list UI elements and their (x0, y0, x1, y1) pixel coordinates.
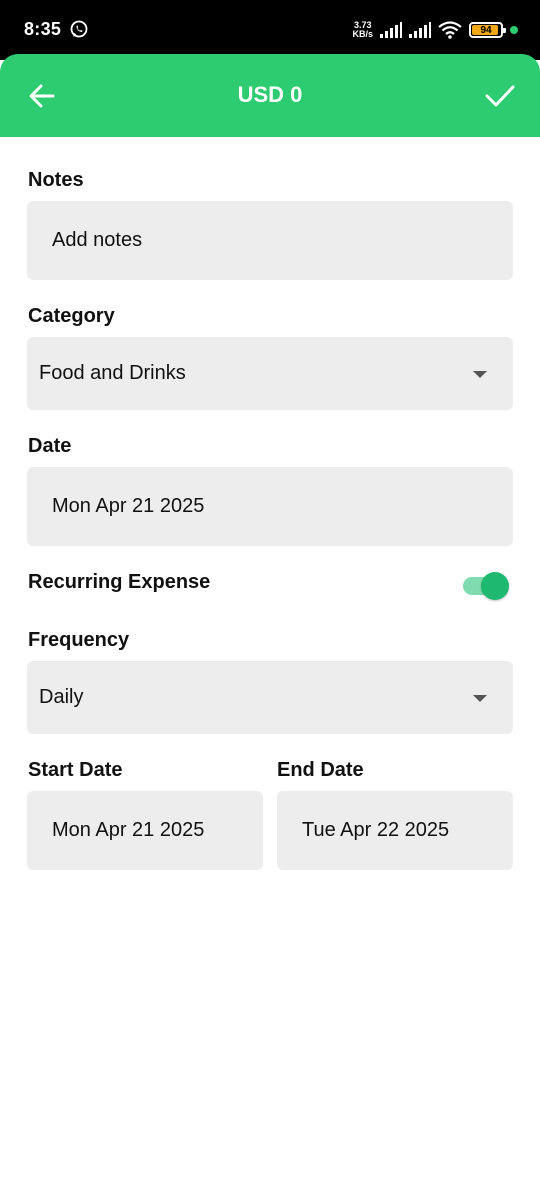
app-bar: USD 0 (0, 54, 540, 137)
end-date-label: End Date (277, 759, 364, 781)
category-label: Category (28, 305, 115, 327)
check-icon (485, 85, 515, 107)
date-label: Date (28, 435, 72, 457)
page-title: USD 0 (237, 82, 303, 107)
dropdown-arrow-icon (473, 694, 487, 702)
notification-dot (510, 26, 518, 34)
network-speed-unit: KB/s (352, 29, 373, 39)
recurring-expense-label: Recurring Expense (28, 571, 211, 593)
category-select[interactable]: Food and Drinks (27, 337, 513, 410)
status-time: 8:35 (24, 19, 62, 39)
wifi-icon (438, 21, 462, 39)
end-date-field[interactable]: Tue Apr 22 2025 (277, 791, 513, 870)
signal-icon (380, 22, 402, 38)
category-value: Food and Drinks (39, 362, 186, 384)
recurring-expense-toggle[interactable] (463, 572, 509, 600)
network-speed: 3.73 KB/s (352, 21, 373, 39)
save-button[interactable] (480, 76, 520, 116)
start-date-label: Start Date (28, 759, 123, 781)
date-value: Mon Apr 21 2025 (52, 495, 205, 517)
start-date-value: Mon Apr 21 2025 (52, 819, 205, 841)
start-date-field[interactable]: Mon Apr 21 2025 (27, 791, 263, 870)
frequency-label: Frequency (28, 629, 130, 651)
battery-level: 94 (480, 24, 492, 36)
notes-placeholder: Add notes (52, 229, 143, 251)
end-date-value: Tue Apr 22 2025 (302, 819, 450, 841)
battery-icon: 94 (469, 22, 506, 38)
signal-icon (409, 22, 431, 38)
notes-input[interactable]: Add notes (27, 201, 513, 280)
status-icons: 3.73 KB/s 94 (352, 19, 518, 41)
toggle-thumb (481, 572, 509, 600)
date-field[interactable]: Mon Apr 21 2025 (27, 467, 513, 546)
whatsapp-icon (70, 20, 88, 38)
dropdown-arrow-icon (473, 370, 487, 378)
frequency-value: Daily (39, 686, 84, 708)
status-bar: 8:35 3.73 KB/s 94 (0, 0, 540, 60)
frequency-select[interactable]: Daily (27, 661, 513, 734)
notes-label: Notes (28, 169, 84, 191)
